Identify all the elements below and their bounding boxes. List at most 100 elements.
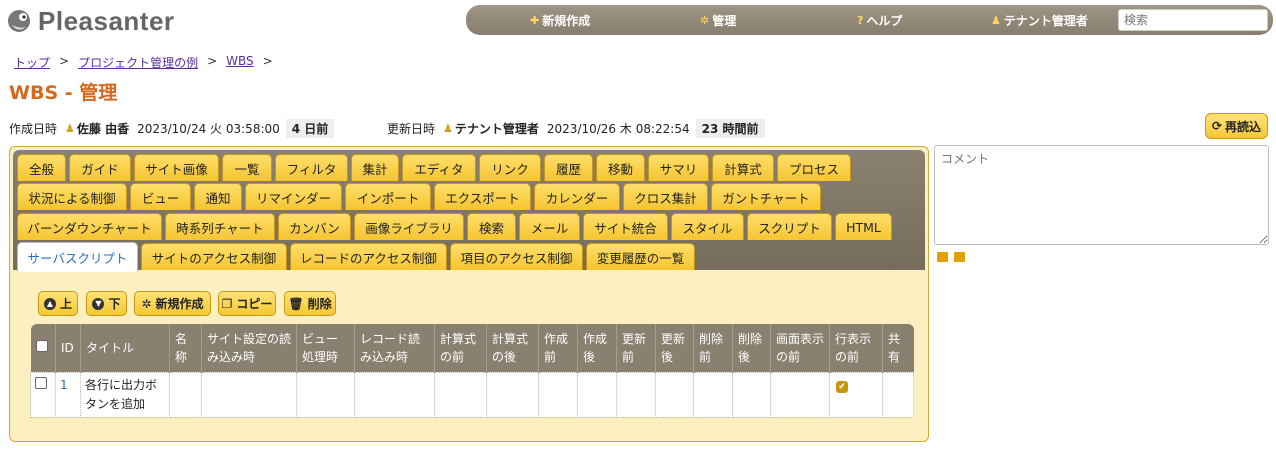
col-after-delete[interactable]: 削除後 <box>732 324 771 372</box>
plus-icon: ✚ <box>530 13 540 27</box>
tab-crosstab[interactable]: クロス集計 <box>623 183 708 210</box>
col-before-create[interactable]: 作成前 <box>538 324 578 372</box>
col-before-row-display[interactable]: 行表示の前 <box>829 324 883 372</box>
tab-kanban[interactable]: カンバン <box>278 213 351 240</box>
tab-filter[interactable]: フィルタ <box>275 154 348 181</box>
move-down-button[interactable]: ▼ 下 <box>86 291 127 316</box>
col-site-settings-load[interactable]: サイト設定の読み込み時 <box>201 324 297 372</box>
col-before-open-view[interactable]: 画面表示の前 <box>770 324 830 372</box>
row-cell <box>577 371 617 418</box>
copy-button[interactable]: ❐ コピー <box>218 291 276 316</box>
tab-view[interactable]: ビュー <box>130 183 191 210</box>
tab-burndown[interactable]: バーンダウンチャート <box>17 213 162 240</box>
tab-timeseries[interactable]: 時系列チャート <box>165 213 275 240</box>
breadcrumb-project[interactable]: プロジェクト管理の例 <box>78 54 198 71</box>
tab-formula[interactable]: 計算式 <box>712 154 774 181</box>
trash-icon: 🗑 <box>288 296 304 311</box>
breadcrumb-wbs[interactable]: WBS <box>226 54 254 71</box>
row-cell <box>486 371 539 418</box>
tab-search[interactable]: 検索 <box>467 213 516 240</box>
col-view-processing[interactable]: ビュー処理時 <box>296 324 355 372</box>
row-cell <box>354 371 435 418</box>
updated-ago: 23 時間前 <box>695 119 765 138</box>
gear-icon: ✲ <box>141 296 152 311</box>
col-title[interactable]: タイトル <box>80 324 170 372</box>
tab-site-access-control[interactable]: サイトのアクセス制御 <box>141 243 287 270</box>
delete-button[interactable]: 🗑 削除 <box>284 291 336 316</box>
row-id[interactable]: 1 <box>55 371 81 418</box>
updated-user[interactable]: テナント管理者 <box>455 120 539 137</box>
tab-gantt[interactable]: ガントチャート <box>711 183 821 210</box>
tab-status-control[interactable]: 状況による制御 <box>17 183 127 210</box>
breadcrumb-top[interactable]: トップ <box>14 54 50 71</box>
col-id[interactable]: ID <box>55 324 81 372</box>
tab-link[interactable]: リンク <box>479 154 541 181</box>
tab-change-history[interactable]: 変更履歴の一覧 <box>586 243 695 270</box>
tab-move[interactable]: 移動 <box>596 154 645 181</box>
search-input[interactable] <box>1118 9 1268 31</box>
tab-calendar[interactable]: カレンダー <box>534 183 620 210</box>
move-up-button[interactable]: ▲ 上 <box>38 291 78 316</box>
select-all-header <box>30 324 56 372</box>
tab-record-access-control[interactable]: レコードのアクセス制御 <box>290 243 447 270</box>
col-before-formula[interactable]: 計算式の前 <box>434 324 487 372</box>
tab-column-access-control[interactable]: 項目のアクセス制御 <box>450 243 583 270</box>
created-user[interactable]: 佐藤 由香 <box>77 120 129 137</box>
tab-image-library[interactable]: 画像ライブラリ <box>354 213 464 240</box>
breadcrumb-separator: > <box>262 54 273 68</box>
breadcrumb-separator: > <box>207 54 218 68</box>
tab-script[interactable]: スクリプト <box>747 213 832 240</box>
col-after-create[interactable]: 作成後 <box>577 324 617 372</box>
tab-aggregate[interactable]: 集計 <box>351 154 399 181</box>
nav-help-button[interactable]: ? ヘルプ <box>857 5 902 35</box>
tab-guide[interactable]: ガイド <box>69 154 131 181</box>
col-shared[interactable]: 共有 <box>882 324 914 372</box>
tab-import[interactable]: インポート <box>345 183 431 210</box>
image-icon[interactable] <box>937 252 948 262</box>
tab-site-image[interactable]: サイト画像 <box>134 154 219 181</box>
tab-reminder[interactable]: リマインダー <box>245 183 342 210</box>
row-cell <box>296 371 355 418</box>
col-name[interactable]: 名称 <box>169 324 202 372</box>
nav-new-button[interactable]: ✚ 新規作成 <box>530 5 590 35</box>
gear-icon: ✲ <box>700 13 710 27</box>
row-cell <box>538 371 578 418</box>
row-checkbox-cell <box>30 371 56 418</box>
tab-html[interactable]: HTML <box>835 213 892 240</box>
table-icon[interactable] <box>954 252 965 262</box>
tab-notification[interactable]: 通知 <box>194 183 242 210</box>
row-title[interactable]: 各行に出力ボタンを追加 <box>80 371 170 418</box>
nav-manage-button[interactable]: ✲ 管理 <box>700 5 736 35</box>
nav-user-button[interactable]: ♟ テナント管理者 <box>991 5 1088 35</box>
tab-bar: 全般 ガイド サイト画像 一覧 フィルタ 集計 エディタ リンク 履歴 移動 サ… <box>13 150 925 272</box>
app-logo[interactable]: Pleasanter <box>6 4 175 38</box>
select-all-checkbox[interactable] <box>35 339 48 352</box>
tab-process[interactable]: プロセス <box>777 154 851 181</box>
tab-list[interactable]: 一覧 <box>222 154 272 181</box>
table-row[interactable]: 1 各行に出力ボタンを追加 ✔ <box>30 371 914 418</box>
new-button[interactable]: ✲ 新規作成 <box>134 291 211 316</box>
tab-editor[interactable]: エディタ <box>402 154 476 181</box>
check-icon: ✔ <box>836 380 848 393</box>
reload-button[interactable]: ⟳ 再読込 <box>1205 113 1268 139</box>
tab-general[interactable]: 全般 <box>17 154 66 181</box>
row-cell: ✔ <box>829 371 883 418</box>
tab-server-script[interactable]: サーバスクリプト <box>17 242 138 272</box>
tab-summary[interactable]: サマリ <box>648 154 709 181</box>
tab-site-integration[interactable]: サイト統合 <box>583 213 668 240</box>
question-icon: ? <box>857 13 864 27</box>
col-before-delete[interactable]: 削除前 <box>693 324 733 372</box>
row-cell <box>882 371 914 418</box>
tab-mail[interactable]: メール <box>519 213 580 240</box>
col-before-update[interactable]: 更新前 <box>616 324 656 372</box>
col-after-formula[interactable]: 計算式の後 <box>486 324 539 372</box>
col-after-update[interactable]: 更新後 <box>655 324 694 372</box>
tab-history[interactable]: 履歴 <box>544 154 593 181</box>
row-checkbox[interactable] <box>35 376 47 389</box>
col-record-load[interactable]: レコード読み込み時 <box>354 324 435 372</box>
row-cell <box>770 371 830 418</box>
tab-export[interactable]: エクスポート <box>434 183 531 210</box>
tab-style[interactable]: スタイル <box>671 213 744 240</box>
row-cell <box>201 371 297 418</box>
comment-input[interactable] <box>934 145 1269 245</box>
